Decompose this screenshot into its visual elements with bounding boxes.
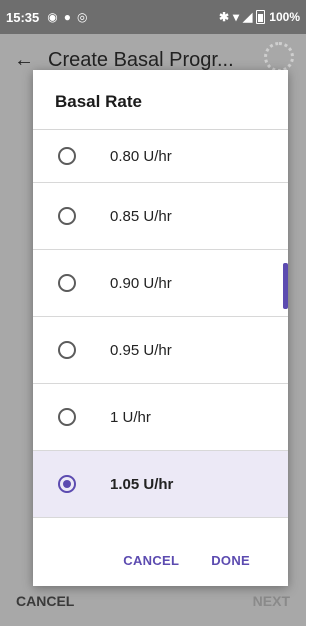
dialog-actions: CANCEL DONE: [33, 534, 288, 586]
option-row-selected[interactable]: 1.05 U/hr: [33, 451, 288, 518]
radio-unselected-icon[interactable]: [58, 274, 76, 292]
option-label: 0.80 U/hr: [110, 147, 172, 165]
option-row[interactable]: 1 U/hr: [33, 384, 288, 451]
option-row[interactable]: 0.80 U/hr: [33, 130, 288, 183]
status-time: 15:35: [6, 9, 40, 25]
next-button[interactable]: NEXT: [253, 593, 290, 609]
radio-selected-icon[interactable]: [58, 475, 76, 493]
basal-rate-dialog: Basal Rate 0.80 U/hr 0.85 U/hr 0.90 U/hr…: [33, 70, 288, 586]
status-right: ✱ ▾ ◢ 100%: [219, 10, 300, 24]
basal-rate-options[interactable]: 0.80 U/hr 0.85 U/hr 0.90 U/hr 0.95 U/hr …: [33, 129, 288, 518]
dialog-title: Basal Rate: [55, 92, 142, 111]
battery-percent: 100%: [269, 10, 300, 24]
battery-icon: [256, 10, 266, 24]
dot-icon: ●: [63, 10, 71, 24]
radio-unselected-icon[interactable]: [58, 341, 76, 359]
option-row[interactable]: 0.95 U/hr: [33, 317, 288, 384]
option-label: 0.85 U/hr: [110, 207, 172, 225]
pod-ring-icon: [264, 42, 294, 72]
option-label: 0.90 U/hr: [110, 274, 172, 292]
radio-unselected-icon[interactable]: [58, 207, 76, 225]
arrow-left-icon[interactable]: ←: [14, 49, 34, 72]
target-icon: ◉: [47, 10, 58, 24]
option-label: 0.95 U/hr: [110, 341, 172, 359]
radio-unselected-icon[interactable]: [58, 408, 76, 426]
done-button[interactable]: DONE: [211, 553, 250, 568]
option-label: 1.05 U/hr: [110, 475, 174, 493]
wifi-icon: ▾: [233, 10, 240, 24]
signal-icon: ◢: [243, 10, 253, 24]
page-title: Create Basal Progr...: [48, 48, 234, 71]
radio-unselected-icon[interactable]: [58, 147, 76, 165]
bluetooth-icon: ✱: [218, 10, 230, 24]
status-bar: 15:35 ◉ ● ◎ ✱ ▾ ◢ 100%: [0, 0, 306, 34]
option-row[interactable]: 0.90 U/hr: [33, 250, 288, 317]
list-scrollbar[interactable]: [283, 263, 288, 309]
cancel-button-background[interactable]: CANCEL: [16, 593, 74, 609]
option-label: 1 U/hr: [110, 408, 151, 426]
option-row[interactable]: 0.85 U/hr: [33, 183, 288, 250]
cancel-button[interactable]: CANCEL: [123, 553, 179, 568]
at-icon: ◎: [76, 10, 88, 24]
